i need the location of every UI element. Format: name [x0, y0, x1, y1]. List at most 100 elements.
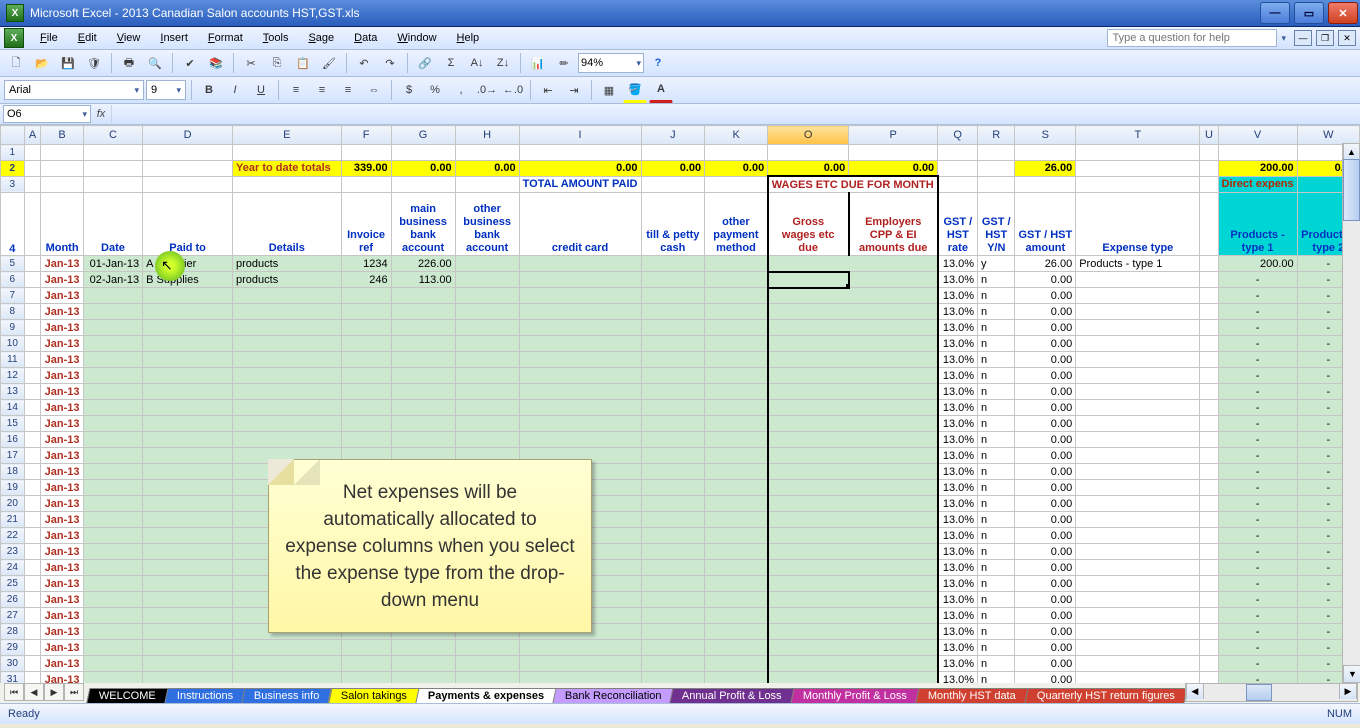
cell[interactable] — [1200, 336, 1218, 352]
cell[interactable] — [768, 544, 849, 560]
cell[interactable]: - — [1218, 336, 1297, 352]
cell[interactable] — [83, 352, 142, 368]
cell[interactable] — [1076, 672, 1200, 684]
cell[interactable] — [455, 656, 519, 672]
cell[interactable] — [768, 592, 849, 608]
cell[interactable] — [143, 592, 233, 608]
row-header[interactable]: 25 — [1, 576, 25, 592]
cell[interactable]: Jan-13 — [41, 352, 83, 368]
cell[interactable]: n — [978, 608, 1015, 624]
cell[interactable] — [341, 640, 391, 656]
cell[interactable] — [24, 352, 41, 368]
row-header[interactable]: 4 — [1, 193, 25, 256]
cell[interactable] — [143, 352, 233, 368]
cell[interactable]: 0.00 — [1015, 512, 1076, 528]
undo-icon[interactable]: ↶ — [352, 51, 376, 75]
cell[interactable]: 0.00 — [1015, 624, 1076, 640]
cell[interactable]: - — [1218, 608, 1297, 624]
cell[interactable] — [849, 656, 938, 672]
cell[interactable] — [519, 432, 641, 448]
cell[interactable] — [1200, 512, 1218, 528]
close-button[interactable]: ✕ — [1328, 2, 1358, 24]
cell[interactable] — [768, 464, 849, 480]
cell[interactable]: 13.0% — [938, 320, 978, 336]
cell[interactable] — [768, 448, 849, 464]
cell[interactable]: - — [1218, 400, 1297, 416]
cell[interactable] — [341, 400, 391, 416]
col-header[interactable]: R — [978, 126, 1015, 145]
cell[interactable] — [519, 336, 641, 352]
cell[interactable] — [849, 528, 938, 544]
cell[interactable]: 13.0% — [938, 272, 978, 288]
cell[interactable] — [641, 384, 705, 400]
select-all-corner[interactable] — [1, 126, 25, 145]
cell[interactable] — [1200, 544, 1218, 560]
cell[interactable] — [143, 560, 233, 576]
cell[interactable] — [768, 672, 849, 684]
col-header[interactable]: B — [41, 126, 83, 145]
cell[interactable]: 13.0% — [938, 560, 978, 576]
menu-window[interactable]: Window — [387, 30, 446, 46]
sort-desc-icon[interactable]: Z↓ — [491, 51, 515, 75]
sheet-tab[interactable]: Quarterly HST return figures — [1024, 688, 1187, 703]
row-header[interactable]: 24 — [1, 560, 25, 576]
cell[interactable] — [1076, 560, 1200, 576]
cell[interactable]: - — [1218, 640, 1297, 656]
cell[interactable] — [768, 384, 849, 400]
cell[interactable]: - — [1218, 320, 1297, 336]
redo-icon[interactable]: ↷ — [378, 51, 402, 75]
cell[interactable] — [83, 576, 142, 592]
cell[interactable] — [768, 432, 849, 448]
cell[interactable] — [641, 432, 705, 448]
paste-icon[interactable]: 📋 — [291, 51, 315, 75]
cell[interactable] — [849, 576, 938, 592]
cell[interactable] — [768, 480, 849, 496]
maximize-button[interactable]: ▭ — [1294, 2, 1324, 24]
cell[interactable]: - — [1218, 352, 1297, 368]
merge-icon[interactable]: ⇔ — [362, 78, 386, 102]
cell[interactable] — [391, 320, 455, 336]
cell[interactable] — [705, 432, 768, 448]
cell[interactable] — [83, 304, 142, 320]
cell[interactable] — [24, 544, 41, 560]
cell[interactable] — [83, 656, 142, 672]
cell[interactable] — [143, 416, 233, 432]
cell[interactable] — [83, 592, 142, 608]
cell[interactable] — [233, 352, 342, 368]
vertical-scrollbar[interactable]: ▲ ▼ — [1342, 143, 1360, 683]
row-header[interactable]: 27 — [1, 608, 25, 624]
cell[interactable] — [143, 656, 233, 672]
sheet-tab[interactable]: Payments & expenses — [415, 688, 556, 703]
cell[interactable] — [24, 512, 41, 528]
cell[interactable] — [768, 320, 849, 336]
cell[interactable] — [705, 544, 768, 560]
cell[interactable] — [233, 336, 342, 352]
row-header[interactable]: 19 — [1, 480, 25, 496]
col-header[interactable]: F — [341, 126, 391, 145]
tab-last-icon[interactable]: ⏭ — [64, 683, 84, 701]
col-header[interactable]: D — [143, 126, 233, 145]
cell[interactable] — [768, 272, 849, 288]
cell[interactable] — [641, 496, 705, 512]
menu-tools[interactable]: Tools — [253, 30, 299, 46]
cell[interactable] — [24, 336, 41, 352]
cell[interactable]: 0.00 — [1015, 656, 1076, 672]
cell[interactable]: Jan-13 — [41, 592, 83, 608]
cell[interactable] — [24, 576, 41, 592]
cell[interactable] — [143, 480, 233, 496]
menu-file[interactable]: File — [30, 30, 68, 46]
cell[interactable] — [705, 256, 768, 272]
mdi-restore-button[interactable]: ❐ — [1316, 30, 1334, 46]
cell[interactable] — [83, 368, 142, 384]
cell[interactable]: - — [1218, 416, 1297, 432]
cell[interactable]: - — [1218, 288, 1297, 304]
cell[interactable]: Jan-13 — [41, 528, 83, 544]
menu-format[interactable]: Format — [198, 30, 253, 46]
cell[interactable]: 13.0% — [938, 304, 978, 320]
decrease-indent-icon[interactable]: ⇤ — [536, 78, 560, 102]
cell[interactable] — [143, 576, 233, 592]
cell[interactable] — [768, 352, 849, 368]
cell[interactable]: 0.00 — [1015, 304, 1076, 320]
cell[interactable]: Jan-13 — [41, 608, 83, 624]
cell[interactable] — [391, 384, 455, 400]
